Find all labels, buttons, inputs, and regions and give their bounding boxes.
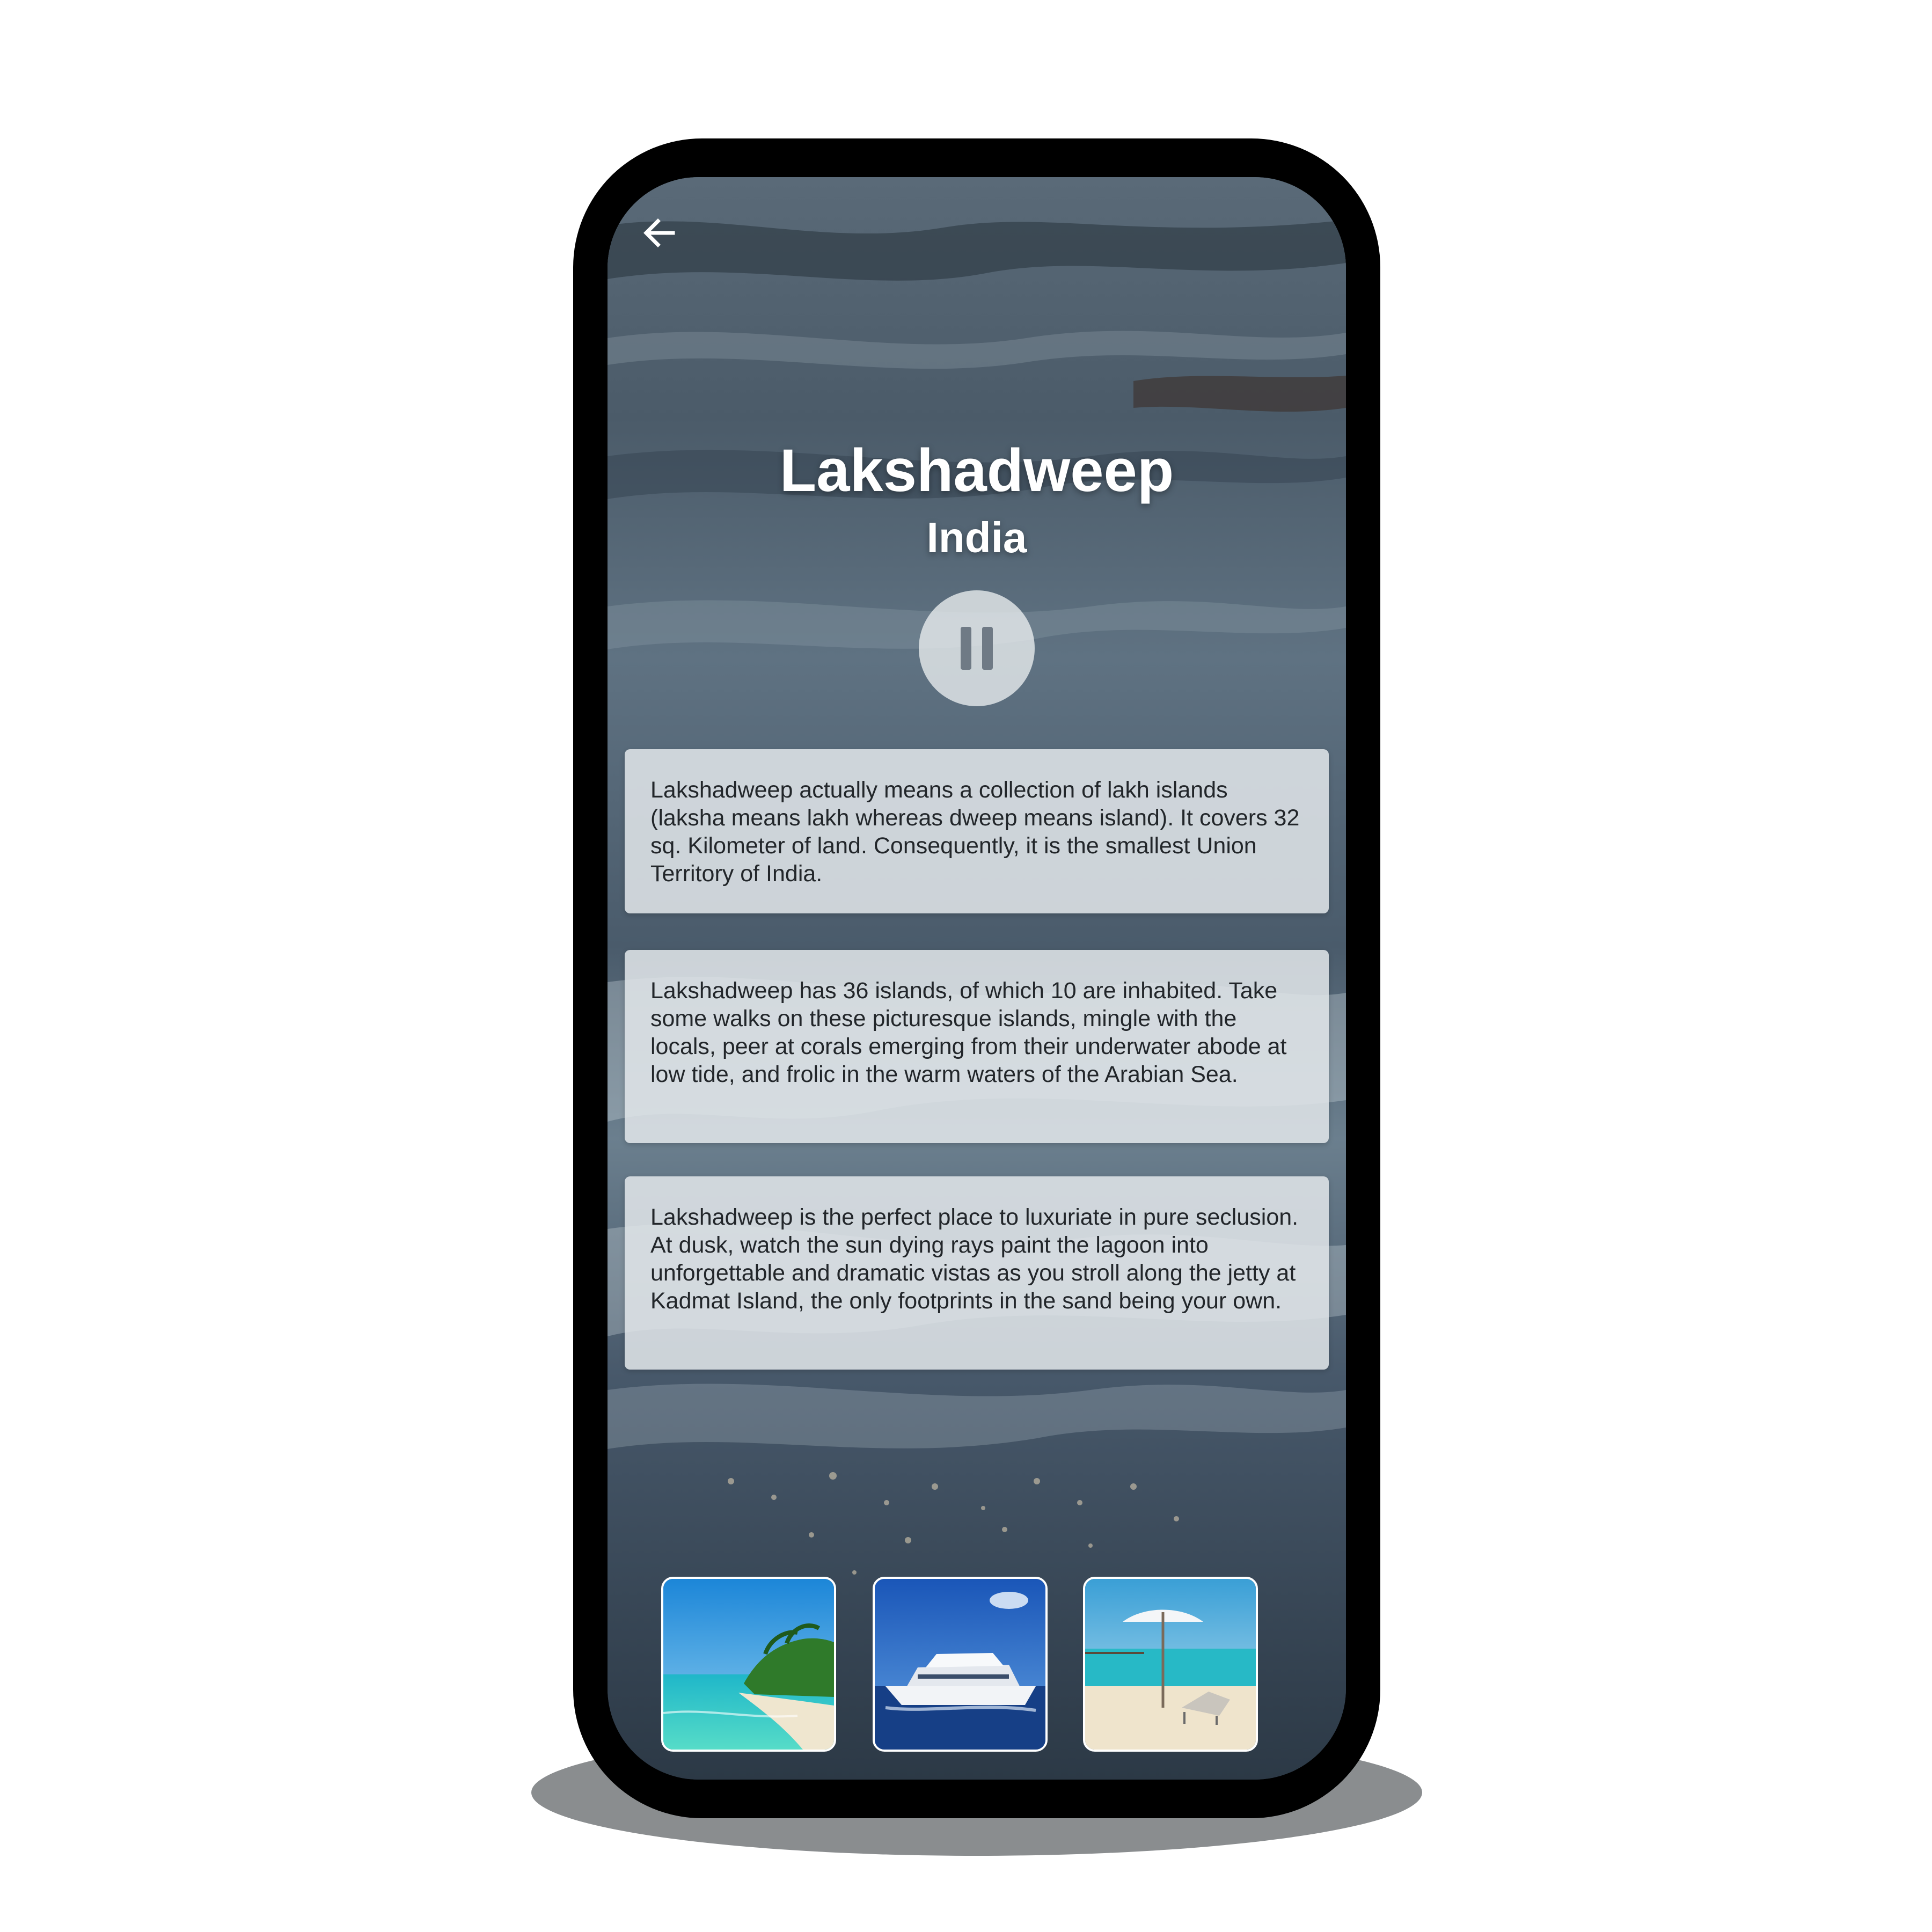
gallery-thumbnail-island[interactable]: [661, 1577, 836, 1752]
back-button[interactable]: [638, 211, 680, 254]
pause-button[interactable]: [919, 590, 1035, 706]
info-card-text: Lakshadweep has 36 islands, of which 10 …: [650, 978, 1287, 1087]
device-mockup: Lakshadweep India Lakshadweep actually m…: [0, 0, 1932, 1932]
app-screen: Lakshadweep India Lakshadweep actually m…: [608, 177, 1346, 1780]
island-beach-photo: [663, 1579, 834, 1750]
gallery-thumbnail-beach[interactable]: [1083, 1577, 1258, 1752]
destination-country: India: [926, 514, 1027, 561]
info-card-text: Lakshadweep actually means a collection …: [650, 777, 1300, 887]
beach-umbrella-photo: [1085, 1579, 1256, 1750]
pause-icon: [961, 627, 993, 670]
gallery-thumbnail-cruise[interactable]: [873, 1577, 1048, 1752]
info-card: Lakshadweep actually means a collection …: [625, 749, 1329, 913]
info-card: Lakshadweep is the perfect place to luxu…: [625, 1176, 1329, 1370]
info-card-text: Lakshadweep is the perfect place to luxu…: [650, 1204, 1299, 1314]
arrow-left-icon: [643, 218, 675, 247]
phone-frame: Lakshadweep India Lakshadweep actually m…: [573, 138, 1380, 1818]
destination-title: Lakshadweep: [779, 437, 1174, 504]
info-card: Lakshadweep has 36 islands, of which 10 …: [625, 950, 1329, 1143]
cruise-ship-photo: [875, 1579, 1045, 1750]
